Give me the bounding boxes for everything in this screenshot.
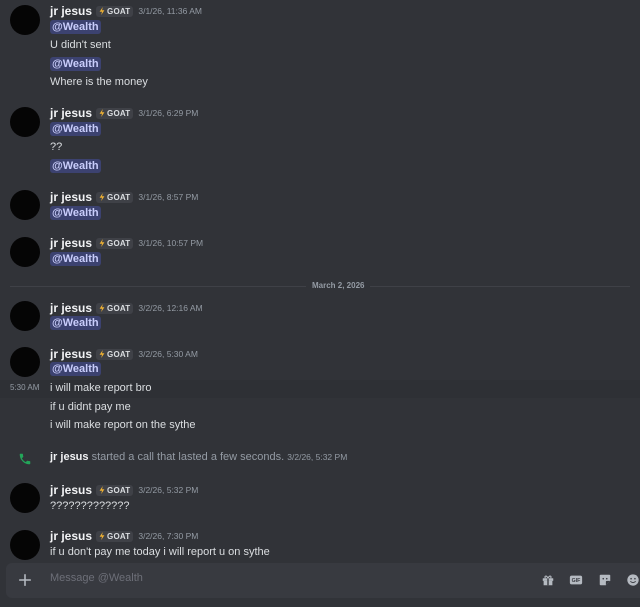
user-tag[interactable]: GOAT xyxy=(96,484,134,496)
svg-text:GIF: GIF xyxy=(572,578,582,584)
emoji-icon[interactable] xyxy=(626,573,640,587)
user-mention[interactable]: @Wealth xyxy=(50,159,101,173)
avatar[interactable] xyxy=(10,483,40,513)
user-tag[interactable]: GOAT xyxy=(96,5,134,17)
avatar[interactable] xyxy=(10,301,40,331)
username[interactable]: jr jesus xyxy=(50,483,92,497)
message-text: U didn't sent xyxy=(50,39,111,51)
lightning-icon xyxy=(99,486,105,494)
username[interactable]: jr jesus xyxy=(50,347,92,361)
lightning-icon xyxy=(99,239,105,247)
lightning-icon xyxy=(99,532,105,540)
lightning-icon xyxy=(99,7,105,15)
hover-timestamp[interactable]: 5:30 AM xyxy=(10,383,39,392)
message-timestamp[interactable]: 3/1/26, 8:57 PM xyxy=(138,192,198,202)
message-text: if u don't pay me today i will report u … xyxy=(50,546,270,558)
lightning-icon xyxy=(99,304,105,312)
user-tag[interactable]: GOAT xyxy=(96,302,134,314)
user-tag[interactable]: GOAT xyxy=(96,107,134,119)
lightning-icon xyxy=(99,350,105,358)
user-tag[interactable]: GOAT xyxy=(96,348,134,360)
gift-icon[interactable] xyxy=(541,573,555,587)
message-text: i will make report on the sythe xyxy=(50,419,196,431)
user-mention[interactable]: @Wealth xyxy=(50,57,101,71)
message-timestamp[interactable]: 3/1/26, 11:36 AM xyxy=(138,6,202,16)
message-timestamp[interactable]: 3/2/26, 5:32 PM xyxy=(138,485,198,495)
phone-icon xyxy=(19,453,31,465)
user-mention[interactable]: @Wealth xyxy=(50,316,101,330)
message-timestamp[interactable]: 3/2/26, 5:30 AM xyxy=(138,349,198,359)
username[interactable]: jr jesus xyxy=(50,190,92,204)
user-mention[interactable]: @Wealth xyxy=(50,122,101,136)
plus-circle-icon[interactable] xyxy=(18,573,32,587)
message-timestamp[interactable]: 3/2/26, 7:30 PM xyxy=(138,531,198,541)
message-text: i will make report bro xyxy=(50,382,152,394)
username[interactable]: jr jesus xyxy=(50,529,92,543)
username[interactable]: jr jesus xyxy=(50,4,92,18)
message-text: ????????????? xyxy=(50,500,130,512)
message-composer: GIF xyxy=(6,563,640,598)
user-tag[interactable]: GOAT xyxy=(96,237,134,249)
call-text: started a call that lasted a few seconds… xyxy=(91,451,285,463)
sticker-icon[interactable] xyxy=(598,573,612,587)
message-text: if u didnt pay me xyxy=(50,401,131,413)
call-username[interactable]: jr jesus xyxy=(50,451,89,463)
avatar[interactable] xyxy=(10,190,40,220)
message-timestamp[interactable]: 3/1/26, 6:29 PM xyxy=(138,108,198,118)
message-text: ?? xyxy=(50,141,63,153)
username[interactable]: jr jesus xyxy=(50,301,92,315)
lightning-icon xyxy=(99,193,105,201)
avatar[interactable] xyxy=(10,107,40,137)
message-input[interactable] xyxy=(50,572,490,584)
user-tag[interactable]: GOAT xyxy=(96,191,134,203)
avatar[interactable] xyxy=(10,347,40,377)
message-text: Where is the money xyxy=(50,76,148,88)
date-divider-label: March 2, 2026 xyxy=(306,281,371,290)
user-tag[interactable]: GOAT xyxy=(96,530,134,542)
username[interactable]: jr jesus xyxy=(50,236,92,250)
user-mention[interactable]: @Wealth xyxy=(50,206,101,220)
user-mention[interactable]: @Wealth xyxy=(50,20,101,34)
user-mention[interactable]: @Wealth xyxy=(50,252,101,266)
message-timestamp[interactable]: 3/2/26, 12:16 AM xyxy=(138,303,202,313)
avatar[interactable] xyxy=(10,5,40,35)
chat-messages: jr jesus GOAT 3/1/26, 11:36 AM @Wealth U… xyxy=(0,0,640,560)
avatar[interactable] xyxy=(10,237,40,267)
call-timestamp[interactable]: 3/2/26, 5:32 PM xyxy=(287,452,347,462)
user-mention[interactable]: @Wealth xyxy=(50,362,101,376)
gif-icon[interactable]: GIF xyxy=(569,573,583,587)
message-timestamp[interactable]: 3/1/26, 10:57 PM xyxy=(138,238,203,248)
lightning-icon xyxy=(99,109,105,117)
username[interactable]: jr jesus xyxy=(50,106,92,120)
avatar[interactable] xyxy=(10,530,40,560)
